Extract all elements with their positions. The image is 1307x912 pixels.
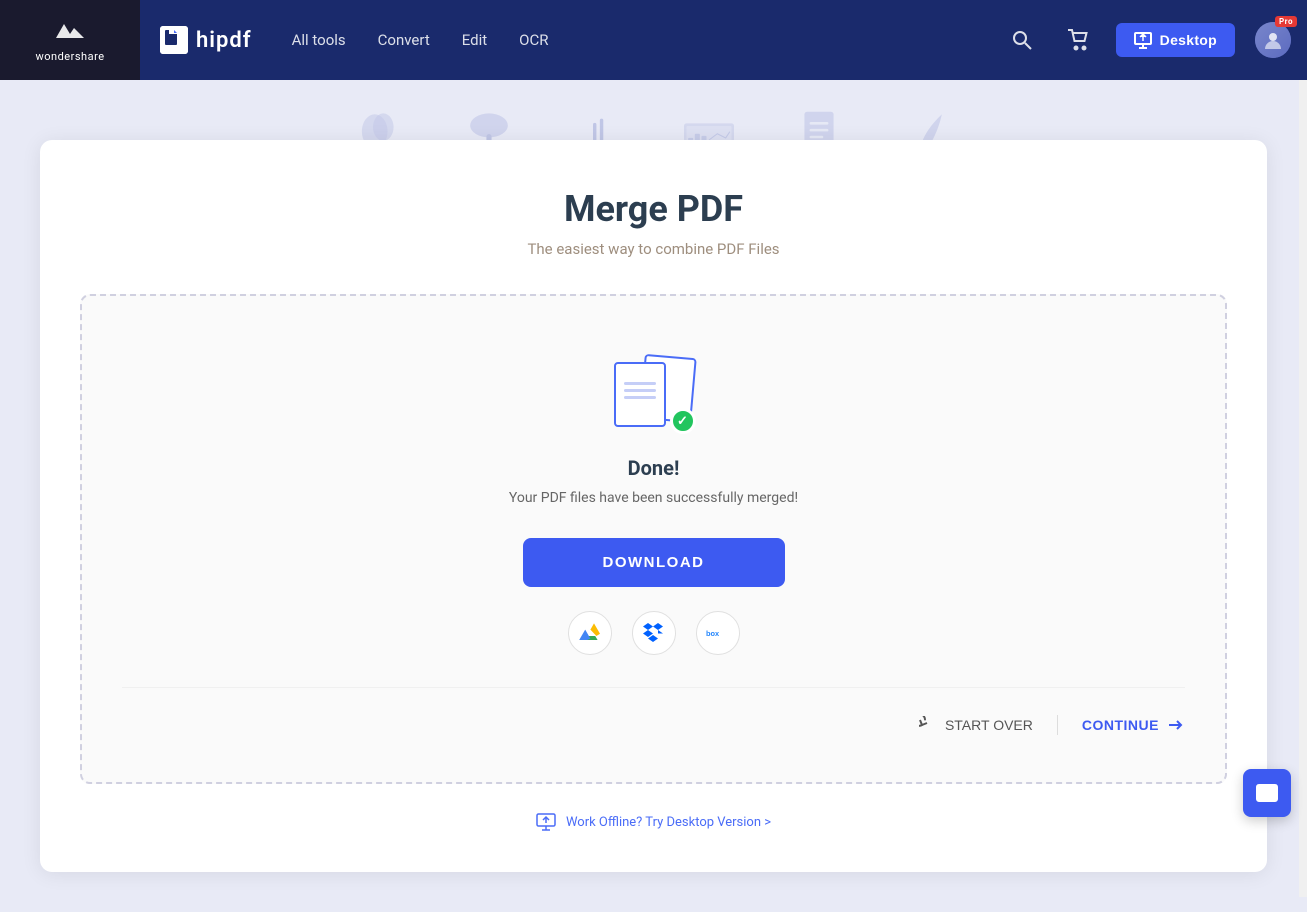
avatar-image [1255, 22, 1291, 58]
page-line [624, 382, 656, 385]
page-line [624, 396, 656, 399]
navbar-actions: Desktop Pro [1004, 22, 1291, 58]
cloud-actions: box [568, 611, 740, 655]
continue-button[interactable]: CONTINUE [1082, 708, 1185, 742]
cart-button[interactable] [1060, 22, 1096, 58]
floating-email-button[interactable] [1243, 769, 1291, 817]
hipdf-icon [160, 26, 188, 54]
action-divider [1057, 715, 1058, 735]
wondershare-icon [52, 18, 88, 46]
download-button[interactable]: DOWNLOAD [523, 538, 785, 587]
main-content: Merge PDF The easiest way to combine PDF… [0, 140, 1307, 912]
wondershare-label: wondershare [35, 50, 104, 63]
page-lines [624, 382, 656, 403]
footer-actions: START OVER CONTINUE [122, 687, 1185, 742]
nav-convert[interactable]: Convert [378, 27, 430, 53]
main-card: Merge PDF The easiest way to combine PDF… [40, 140, 1267, 872]
page-title: Merge PDF [80, 188, 1227, 230]
desktop-promo-label: Work Offline? Try Desktop Version > [566, 815, 771, 830]
hipdf-label: hipdf [196, 28, 252, 53]
pdf-pages-icon: ✓ [614, 356, 694, 436]
done-title: Done! [628, 456, 680, 480]
navbar: wondershare hipdf All tools Convert Edit… [0, 0, 1307, 80]
box-button[interactable]: box [696, 611, 740, 655]
nav-edit[interactable]: Edit [462, 27, 487, 53]
main-nav: All tools Convert Edit OCR [292, 27, 1004, 53]
scrollbar[interactable] [1299, 0, 1307, 897]
nav-all-tools[interactable]: All tools [292, 27, 346, 53]
start-over-label: START OVER [945, 717, 1033, 733]
result-area: ✓ Done! Your PDF files have been success… [80, 294, 1227, 784]
desktop-btn-label: Desktop [1160, 32, 1217, 48]
pro-badge: Pro [1275, 16, 1297, 27]
desktop-button[interactable]: Desktop [1116, 23, 1235, 57]
dropbox-button[interactable] [632, 611, 676, 655]
done-subtitle: Your PDF files have been successfully me… [509, 490, 798, 506]
page-front [614, 362, 666, 427]
google-drive-button[interactable] [568, 611, 612, 655]
user-avatar[interactable]: Pro [1255, 22, 1291, 58]
search-button[interactable] [1004, 22, 1040, 58]
hipdf-logo[interactable]: hipdf [160, 26, 252, 54]
page-subtitle: The easiest way to combine PDF Files [80, 240, 1227, 258]
desktop-promo[interactable]: Work Offline? Try Desktop Version > [80, 812, 1227, 832]
svg-text:box: box [706, 629, 720, 638]
wondershare-brand[interactable]: wondershare [0, 0, 140, 80]
start-over-button[interactable]: START OVER [919, 708, 1033, 742]
check-badge: ✓ [670, 408, 696, 434]
continue-label: CONTINUE [1082, 717, 1159, 733]
page-line [624, 389, 656, 392]
nav-ocr[interactable]: OCR [519, 27, 548, 53]
done-icon: ✓ [614, 356, 694, 436]
